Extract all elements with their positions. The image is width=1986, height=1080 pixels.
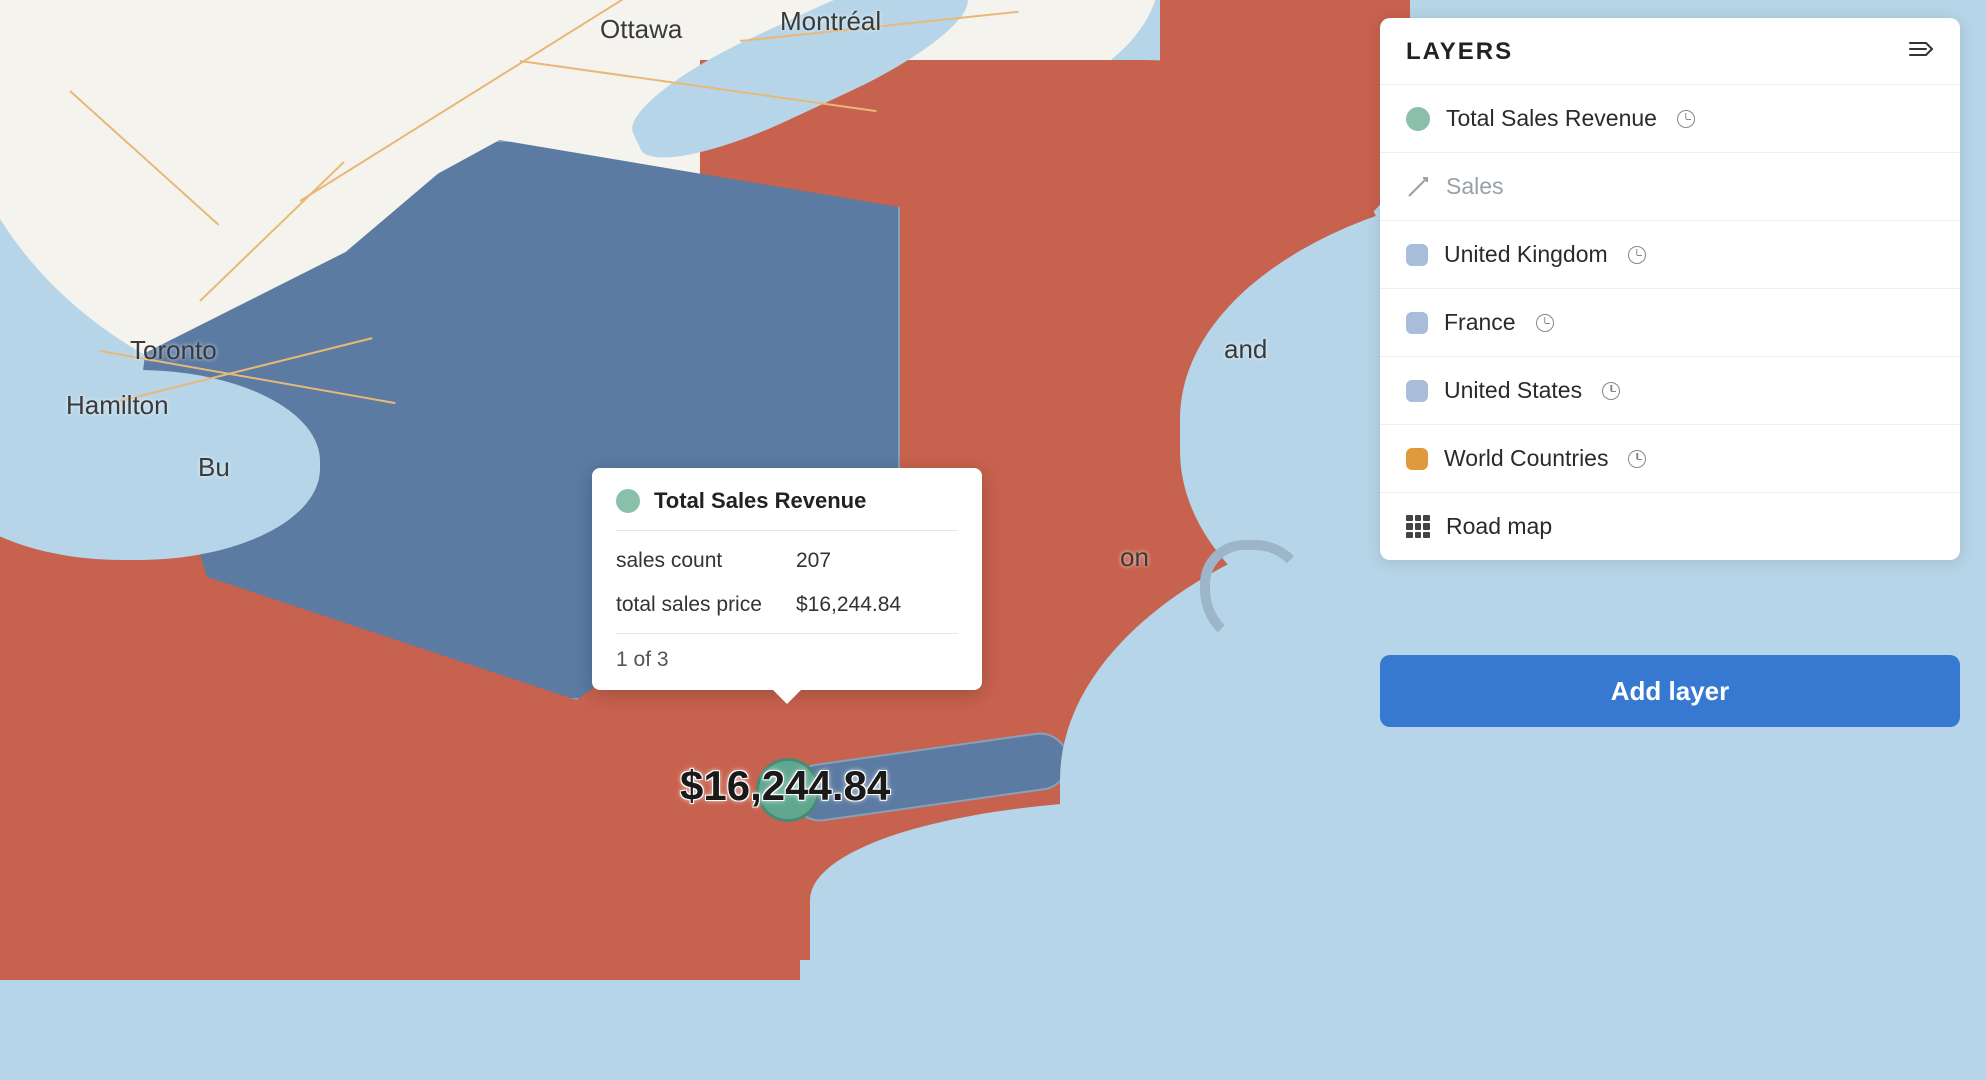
- water-li-sound: [810, 800, 1510, 1000]
- line-layer-icon: [1406, 175, 1430, 199]
- layer-label: World Countries: [1444, 445, 1608, 472]
- grid-basemap-icon: [1406, 515, 1430, 539]
- square-swatch-icon: [1406, 448, 1428, 470]
- layer-label: United Kingdom: [1444, 241, 1608, 268]
- layer-item-united-kingdom[interactable]: United Kingdom: [1380, 221, 1960, 289]
- add-layer-button[interactable]: Add layer: [1380, 655, 1960, 727]
- layer-label: United States: [1444, 377, 1582, 404]
- city-label-toronto: Toronto: [130, 335, 217, 366]
- city-label-montreal: Montréal: [780, 6, 881, 37]
- tooltip-value: 207: [796, 549, 831, 573]
- tooltip-row: total sales price $16,244.84: [616, 583, 958, 627]
- data-point-label: $16,244.84: [680, 762, 890, 810]
- clock-icon: [1677, 110, 1695, 128]
- tooltip-key: total sales price: [616, 593, 796, 617]
- tooltip-popup: Total Sales Revenue sales count 207 tota…: [592, 468, 982, 690]
- layer-label: Sales: [1446, 173, 1504, 200]
- tooltip-key: sales count: [616, 549, 796, 573]
- layer-label: Road map: [1446, 513, 1552, 540]
- layer-item-world-countries[interactable]: World Countries: [1380, 425, 1960, 493]
- layer-item-united-states[interactable]: United States: [1380, 357, 1960, 425]
- square-swatch-icon: [1406, 244, 1428, 266]
- layers-panel: LAYERS Total Sales Revenue Sales United …: [1380, 18, 1960, 560]
- city-label-boston-fragment: on: [1120, 542, 1149, 573]
- layer-label: France: [1444, 309, 1516, 336]
- clock-icon: [1536, 314, 1554, 332]
- collapse-panel-icon[interactable]: [1908, 38, 1934, 66]
- layer-label: Total Sales Revenue: [1446, 105, 1657, 132]
- map-canvas[interactable]: Toronto Hamilton Bu Ottawa Montréal and …: [0, 0, 1986, 942]
- tooltip-pagination: 1 of 3: [616, 633, 958, 672]
- layer-item-road-map[interactable]: Road map: [1380, 493, 1960, 560]
- circle-swatch-icon: [1406, 107, 1430, 131]
- city-label-hamilton: Hamilton: [66, 390, 169, 421]
- city-label-ottawa: Ottawa: [600, 14, 682, 45]
- city-label-portland-fragment: and: [1224, 334, 1267, 365]
- city-label-buffalo: Bu: [198, 452, 230, 483]
- layers-header: LAYERS: [1380, 18, 1960, 85]
- tooltip-header: Total Sales Revenue: [616, 488, 958, 531]
- layer-item-france[interactable]: France: [1380, 289, 1960, 357]
- tooltip-row: sales count 207: [616, 539, 958, 583]
- layers-title: LAYERS: [1406, 38, 1513, 66]
- tooltip-swatch-icon: [616, 489, 640, 513]
- tooltip-value: $16,244.84: [796, 593, 901, 617]
- layer-item-sales[interactable]: Sales: [1380, 153, 1960, 221]
- clock-icon: [1628, 450, 1646, 468]
- tooltip-title: Total Sales Revenue: [654, 488, 866, 514]
- layer-item-total-sales-revenue[interactable]: Total Sales Revenue: [1380, 85, 1960, 153]
- clock-icon: [1628, 246, 1646, 264]
- region-us-red-ne: [1160, 0, 1410, 240]
- tooltip-body: sales count 207 total sales price $16,24…: [616, 531, 958, 627]
- clock-icon: [1602, 382, 1620, 400]
- square-swatch-icon: [1406, 380, 1428, 402]
- square-swatch-icon: [1406, 312, 1428, 334]
